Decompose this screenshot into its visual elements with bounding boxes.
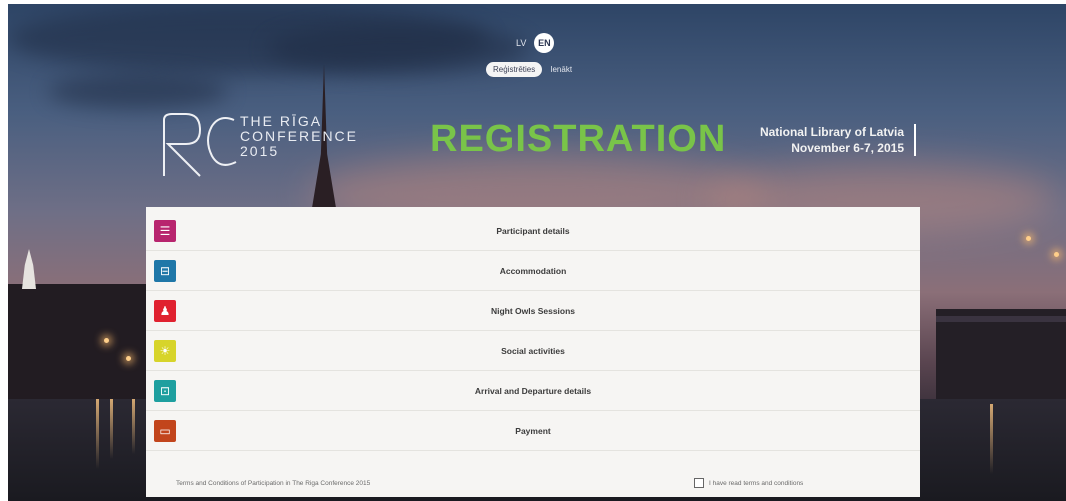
lang-en[interactable]: EN [534, 33, 555, 53]
register-button[interactable]: Reģistrēties [486, 62, 543, 77]
lang-lv[interactable]: LV [516, 38, 526, 48]
street-light [126, 356, 131, 361]
terms-checkbox-group[interactable]: I have read terms and conditions [694, 478, 803, 488]
section-label: Payment [515, 425, 551, 436]
list-icon: ☰ [154, 219, 176, 242]
church-tower [22, 249, 36, 289]
terms-checkbox-label: I have read terms and conditions [709, 479, 804, 487]
light-reflection [132, 399, 135, 454]
section-label: Accommodation [499, 265, 567, 276]
venue-dates: November 6-7, 2015 [791, 141, 904, 155]
bridge [936, 316, 1066, 322]
street-light [1026, 236, 1031, 241]
auth-controls: Reģistrēties Ienākt [486, 62, 572, 77]
registration-panel: ☰ Participant details ⊟ Accommodation ♟ … [146, 207, 920, 497]
section-arrival-departure[interactable]: ⊡ Arrival and Departure details [146, 371, 920, 411]
venue-info: National Library of Latvia November 6-7,… [760, 124, 916, 156]
logo-line-1: THE RĪGA [240, 113, 323, 129]
terms-link[interactable]: Terms and Conditions of Participation in… [176, 480, 370, 487]
card-icon: ▭ [154, 419, 176, 442]
section-payment[interactable]: ▭ Payment [146, 411, 920, 451]
sun-icon: ☀ [154, 339, 176, 362]
bed-icon: ⊟ [154, 259, 176, 282]
logo-text: THE RĪGA CONFERENCE 2015 [240, 114, 358, 159]
street-light [1054, 252, 1059, 257]
language-switcher: LV EN [516, 33, 555, 53]
section-label: Social activities [501, 345, 565, 356]
section-night-owls[interactable]: ♟ Night Owls Sessions [146, 291, 920, 331]
light-reflection [110, 399, 113, 459]
light-reflection [96, 399, 99, 469]
conference-logo[interactable]: THE RĪGA CONFERENCE 2015 [160, 110, 380, 180]
logo-line-3: 2015 [240, 143, 280, 159]
login-link[interactable]: Ienākt [550, 65, 572, 74]
light-reflection [990, 404, 993, 474]
rc-monogram-icon [163, 113, 237, 177]
venue-name: National Library of Latvia [759, 125, 904, 139]
skyline-right [936, 309, 1066, 404]
section-label: Night Owls Sessions [490, 305, 576, 316]
street-light [104, 338, 109, 343]
cloud [48, 74, 228, 109]
section-participant-details[interactable]: ☰ Participant details [146, 211, 920, 251]
terms-checkbox[interactable] [694, 478, 704, 488]
page-title: REGISTRATION [430, 118, 727, 160]
logo-line-2: CONFERENCE [240, 128, 359, 144]
bus-icon: ⊡ [154, 379, 176, 402]
section-social-activities[interactable]: ☀ Social activities [146, 331, 920, 371]
skyline-left [8, 284, 168, 404]
section-accommodation[interactable]: ⊟ Accommodation [146, 251, 920, 291]
section-label: Participant details [496, 225, 570, 236]
section-label: Arrival and Departure details [474, 385, 592, 396]
people-icon: ♟ [154, 299, 176, 322]
